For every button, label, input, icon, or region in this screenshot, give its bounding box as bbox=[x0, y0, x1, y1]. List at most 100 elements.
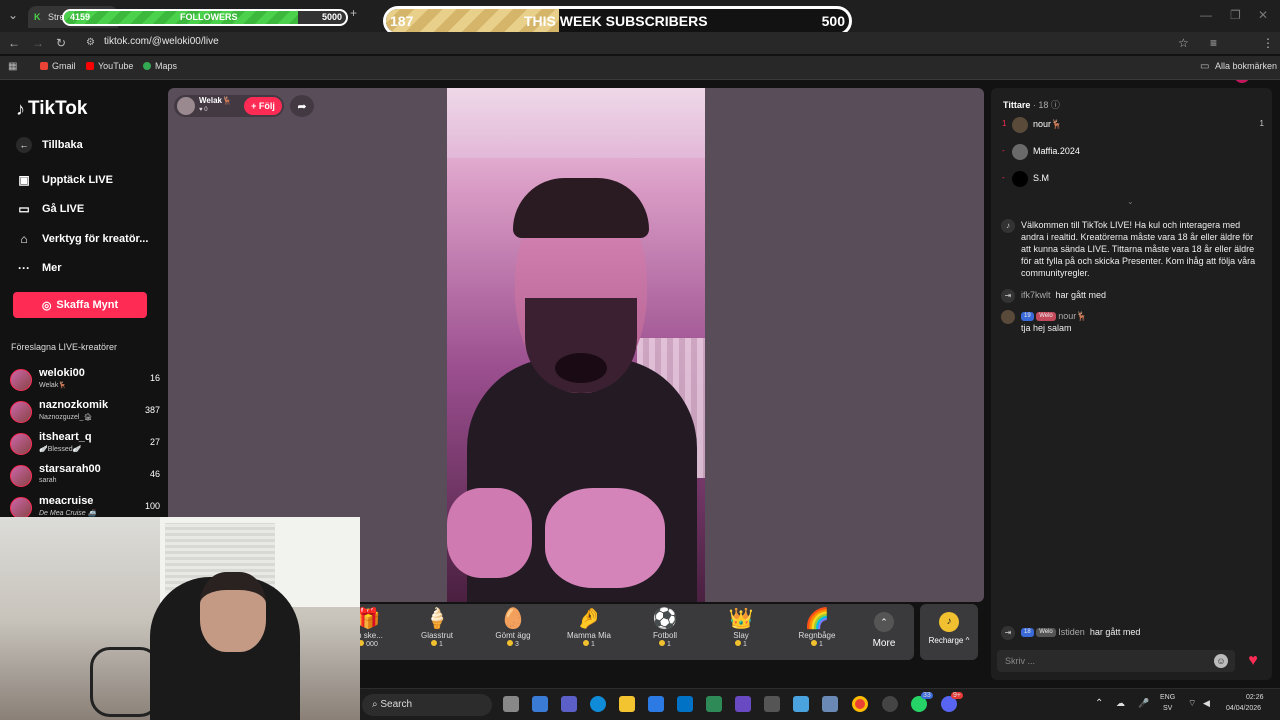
gift-price: 3 bbox=[475, 640, 551, 648]
shield-icon[interactable] bbox=[706, 696, 722, 712]
host-likes: ♥ 0 bbox=[199, 107, 208, 113]
gift-price: 1 bbox=[399, 640, 475, 648]
m365-icon[interactable] bbox=[735, 696, 751, 712]
chrome-icon[interactable] bbox=[852, 696, 868, 712]
bookmark-gmail[interactable]: Gmail bbox=[40, 61, 76, 71]
lang-secondary[interactable]: SV bbox=[1163, 705, 1172, 712]
emoji-icon[interactable]: ☺ bbox=[1214, 654, 1228, 668]
streamer-mouth bbox=[555, 353, 607, 383]
obs-icon[interactable] bbox=[882, 696, 898, 712]
back-icon: ← bbox=[16, 137, 32, 153]
maximize-icon[interactable]: ❐ bbox=[1230, 8, 1241, 22]
avatar bbox=[10, 497, 32, 519]
chat-username[interactable]: Istiden bbox=[1058, 627, 1085, 637]
join-message: ⇥ 18 Welo Istiden har gått med bbox=[1001, 626, 1263, 640]
bookmark-maps[interactable]: Maps bbox=[143, 61, 177, 71]
gallery-icon[interactable] bbox=[822, 696, 838, 712]
coin-icon bbox=[811, 640, 818, 646]
outlook-icon[interactable] bbox=[677, 696, 693, 712]
tiktok-logo[interactable]: ♪ TikTok bbox=[16, 98, 87, 120]
url-input[interactable]: tiktok.com/@weloki00/live bbox=[104, 36, 219, 47]
get-coins-button[interactable]: ◎ Skaffa Mynt bbox=[13, 292, 147, 318]
wifi-icon[interactable]: ⌔ bbox=[1188, 698, 1196, 709]
coin-icon bbox=[583, 640, 590, 646]
nav-more[interactable]: ··· Mer bbox=[16, 261, 62, 275]
apps-grid-icon[interactable]: ▦ bbox=[8, 60, 17, 74]
nav-explore-live[interactable]: ▣ Upptäck LIVE bbox=[16, 173, 113, 187]
live-video-frame[interactable] bbox=[447, 88, 705, 602]
task-view-icon[interactable] bbox=[503, 696, 519, 712]
new-tab-icon[interactable]: + bbox=[350, 6, 357, 20]
expand-viewers-chevron-icon[interactable]: ⌄ bbox=[1127, 197, 1134, 206]
back-link[interactable]: ← Tillbaka bbox=[16, 137, 83, 153]
back-arrow-icon[interactable]: ← bbox=[8, 36, 20, 50]
speaker-icon[interactable]: ◀ bbox=[1203, 698, 1210, 709]
info-icon[interactable]: ⓘ bbox=[1051, 100, 1060, 110]
app-icon[interactable] bbox=[764, 696, 780, 712]
gift-item[interactable]: ⚽ Fotboll 1 bbox=[627, 607, 703, 659]
host-avatar[interactable] bbox=[177, 97, 195, 115]
tab-menu-chevron-icon[interactable]: ⌄ bbox=[8, 8, 18, 22]
file-explorer-icon[interactable] bbox=[619, 696, 635, 712]
clock-time[interactable]: 02:26 bbox=[1246, 694, 1264, 701]
chat-text: tja hej salam bbox=[1021, 323, 1072, 333]
creator-item[interactable]: starsarah00 sarah 46 bbox=[10, 463, 160, 493]
clock-date[interactable]: 04/04/2026 bbox=[1226, 705, 1261, 712]
viewer-item[interactable]: - S.M bbox=[1000, 171, 1268, 189]
lang-primary[interactable]: ENG bbox=[1160, 694, 1175, 701]
creator-item[interactable]: itsheart_q 🪽Blessed🪽 27 bbox=[10, 431, 160, 461]
creator-item[interactable]: weloki00 Welak🦌 16 bbox=[10, 367, 160, 397]
coin-icon: ◎ bbox=[41, 299, 52, 312]
taskbar-search[interactable]: ⌕ Search bbox=[362, 694, 492, 716]
chat-input[interactable]: Skriv ... bbox=[997, 650, 1235, 672]
creator-item[interactable]: naznozkomik Naznozguzel_🏚 387 bbox=[10, 399, 160, 429]
teams-icon[interactable] bbox=[561, 696, 577, 712]
gift-price: 1 bbox=[703, 640, 779, 648]
minimize-icon[interactable]: — bbox=[1200, 8, 1212, 22]
media-controls-icon[interactable]: ≡ bbox=[1210, 36, 1217, 50]
tray-chevron-icon[interactable]: ⌃ bbox=[1095, 698, 1103, 709]
more-gifts-button[interactable]: ⌃ More bbox=[864, 608, 904, 656]
nav-go-live[interactable]: ▭ Gå LIVE bbox=[16, 202, 84, 216]
copilot-icon[interactable] bbox=[532, 696, 548, 712]
edge-icon[interactable] bbox=[590, 696, 606, 712]
avatar bbox=[10, 369, 32, 391]
gift-item[interactable]: 👑 Slay 1 bbox=[703, 607, 779, 659]
reload-icon[interactable]: ↻ bbox=[56, 36, 66, 50]
avatar bbox=[1012, 144, 1028, 160]
join-message: ⇥ ifk7kwlt har gått med bbox=[1001, 289, 1263, 303]
close-window-icon[interactable]: ✕ bbox=[1258, 8, 1268, 22]
gift-item[interactable]: 🤌 Mamma Mia 1 bbox=[551, 607, 627, 659]
chat-username[interactable]: nour🦌 bbox=[1058, 311, 1087, 321]
nav-creator-tools[interactable]: ⌂ Verktyg för kreatör... bbox=[16, 232, 148, 246]
gift-item[interactable]: 🥚 Gömt ägg 3 bbox=[475, 607, 551, 659]
folder-icon: ▭ bbox=[1200, 61, 1210, 72]
forward-arrow-icon[interactable]: → bbox=[32, 36, 44, 50]
bookmark-star-icon[interactable]: ☆ bbox=[1178, 36, 1189, 50]
subscribers-goal: 500 bbox=[821, 13, 845, 29]
all-bookmarks[interactable]: Alla bokmärken bbox=[1215, 61, 1277, 71]
coin-icon bbox=[507, 640, 514, 646]
recharge-button[interactable]: ♪ Recharge ^ bbox=[920, 604, 978, 660]
viewer-name: S.M bbox=[1033, 173, 1050, 183]
browser-menu-icon[interactable]: ⋮ bbox=[1262, 36, 1274, 50]
heart-like-icon[interactable]: ♥ bbox=[1243, 651, 1263, 671]
mic-icon[interactable]: 🎤 bbox=[1138, 698, 1149, 709]
cloud-icon[interactable]: ☁ bbox=[1116, 698, 1125, 709]
photos-icon[interactable] bbox=[793, 696, 809, 712]
site-info-icon[interactable]: ⚙ bbox=[86, 36, 95, 50]
bookmark-youtube[interactable]: YouTube bbox=[86, 61, 133, 71]
follow-button[interactable]: + Följ bbox=[244, 97, 282, 115]
viewer-item[interactable]: - Maffia.2024 bbox=[1000, 144, 1268, 162]
avatar[interactable] bbox=[1001, 310, 1015, 324]
viewers-title: Tittare · 18 ⓘ bbox=[1003, 98, 1060, 111]
store-icon[interactable] bbox=[648, 696, 664, 712]
gift-item[interactable]: 🍦 Glasstrut 1 bbox=[399, 607, 475, 659]
viewer-item[interactable]: 1 nour🦌 1 bbox=[1000, 117, 1268, 135]
gift-price: 1 bbox=[627, 640, 703, 648]
subscribers-current: 187 bbox=[390, 13, 414, 29]
share-icon[interactable]: ➦ bbox=[290, 95, 314, 117]
gift-item[interactable]: 🌈 Regnbåge 1 bbox=[779, 607, 855, 659]
chat-username[interactable]: ifk7kwlt bbox=[1021, 290, 1051, 300]
creator-tools-icon: ⌂ bbox=[20, 232, 28, 246]
